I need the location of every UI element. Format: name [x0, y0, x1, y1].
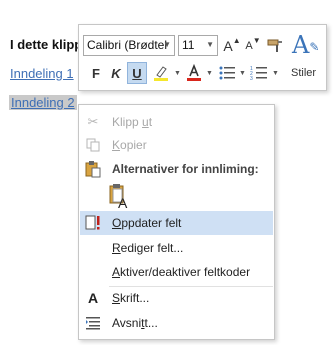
styles-label[interactable]: Stiler — [291, 67, 316, 79]
grow-font-icon: A — [223, 38, 233, 54]
font-size-combobox[interactable]: 11 ▼ — [178, 35, 218, 56]
font-color-button[interactable] — [185, 63, 203, 83]
paste-options-label: Alternativer for innliming: — [112, 162, 259, 176]
svg-text:A: A — [118, 195, 128, 209]
menu-item-copy[interactable]: Kopier — [80, 133, 273, 157]
shrink-font-icon: A — [245, 40, 253, 52]
shrink-font-button[interactable]: A ▼ — [245, 35, 261, 55]
highlighter-icon — [154, 66, 168, 81]
italic-button[interactable]: K — [107, 63, 125, 83]
paste-icon — [85, 160, 101, 183]
styles-icon: A — [292, 31, 310, 59]
bold-icon: F — [92, 65, 100, 81]
format-painter-icon — [267, 39, 282, 52]
highlight-color-button[interactable] — [151, 63, 171, 83]
menu-item-edit-field[interactable]: Rediger felt... — [80, 236, 273, 260]
format-painter-button[interactable] — [266, 36, 284, 56]
chevron-down-icon[interactable]: ▼ — [206, 40, 214, 49]
toc-link-1[interactable]: Inndeling 1 — [10, 66, 74, 81]
toc-link-2-selected[interactable]: Inndeling 2 — [9, 95, 77, 110]
arrow-down-icon: ▼ — [252, 35, 261, 45]
bullets-button[interactable] — [217, 63, 237, 83]
font-size-value: 11 — [182, 38, 195, 52]
context-menu: ✂ Klipp ut Kopier Alternativer for innli… — [78, 104, 275, 340]
font-name-value: Calibri (Brødtel — [87, 38, 168, 52]
paste-option-keep-text-only[interactable]: A — [109, 183, 131, 211]
underline-button[interactable]: U — [127, 62, 147, 84]
menu-item-update-field-label: Oppdater felt — [112, 216, 182, 230]
mini-toolbar: Calibri (Brødtel ▼ 11 ▼ A▲ A▼ F K U ▼ — [78, 24, 327, 91]
paste-options-header: Alternativer for innliming: — [80, 157, 273, 181]
menu-item-paragraph-label: Avsnitt... — [112, 316, 158, 330]
bullet-list-icon — [219, 66, 235, 80]
arrow-up-icon: ▲ — [232, 35, 241, 45]
menu-item-toggle-field-codes-label: Aktiver/deaktiver feltkoder — [112, 265, 251, 279]
chevron-down-icon[interactable]: ▼ — [174, 70, 181, 77]
menu-item-paragraph[interactable]: Avsnitt... — [80, 311, 273, 335]
update-field-icon — [84, 214, 102, 232]
keep-text-only-icon: A — [109, 184, 128, 211]
menu-item-edit-field-label: Rediger felt... — [112, 241, 184, 255]
menu-item-copy-label: Kopier — [112, 138, 147, 152]
italic-icon: K — [111, 65, 121, 81]
font-name-combobox[interactable]: Calibri (Brødtel ▼ — [83, 35, 175, 56]
numbered-list-icon: 1 2 3 — [250, 66, 267, 81]
svg-text:3: 3 — [250, 76, 253, 81]
menu-item-update-field[interactable]: Oppdater felt — [80, 211, 273, 235]
styles-button[interactable]: A✎ — [292, 31, 319, 59]
underline-icon: U — [132, 65, 142, 81]
paragraph-icon — [84, 314, 102, 332]
scissors-icon: ✂ — [87, 114, 99, 129]
chevron-down-icon[interactable]: ▼ — [163, 40, 171, 49]
grow-font-button[interactable]: A ▲ — [223, 35, 241, 55]
menu-item-cut-label: Klipp ut — [112, 115, 153, 129]
menu-item-cut[interactable]: ✂ Klipp ut — [80, 110, 273, 134]
chevron-down-icon[interactable]: ▼ — [239, 70, 246, 77]
font-color-icon — [187, 64, 201, 81]
chevron-down-icon[interactable]: ▼ — [206, 70, 213, 77]
bold-button[interactable]: F — [87, 63, 105, 83]
copy-icon — [84, 136, 102, 154]
menu-item-font-label: Skrift... — [112, 291, 150, 305]
font-icon: A — [87, 290, 99, 306]
menu-item-font[interactable]: A Skrift... — [80, 286, 273, 310]
numbering-button[interactable]: 1 2 3 — [249, 63, 269, 83]
brush-icon: ✎ — [309, 40, 320, 54]
document-heading: I dette klipp — [10, 37, 83, 52]
menu-item-toggle-field-codes[interactable]: Aktiver/deaktiver feltkoder — [80, 260, 273, 284]
chevron-down-icon[interactable]: ▼ — [272, 70, 279, 77]
